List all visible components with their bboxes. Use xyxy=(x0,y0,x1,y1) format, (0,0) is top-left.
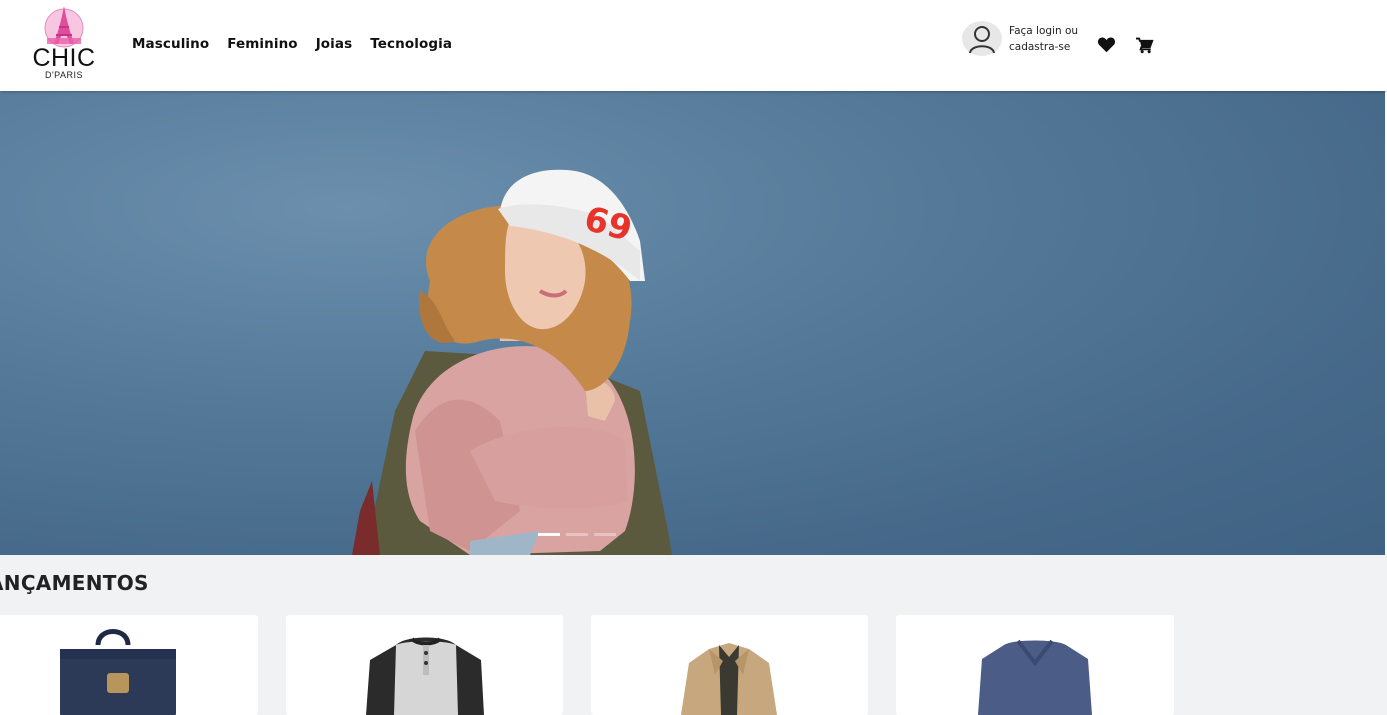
login-signup-link[interactable]: Faça login ou cadastra-se xyxy=(962,21,1078,56)
logo-title: CHIC xyxy=(32,44,96,72)
site-header: CHIC D'PARIS Masculino Feminino Joias Te… xyxy=(0,0,1387,91)
carousel-dot-2[interactable] xyxy=(566,533,588,536)
user-icon xyxy=(962,21,1002,56)
product-card-1[interactable] xyxy=(0,615,258,715)
main-nav: Masculino Feminino Joias Tecnologia xyxy=(132,36,452,52)
product-card-4[interactable] xyxy=(896,615,1174,715)
jacket-icon xyxy=(681,643,777,715)
model-photo: 69 xyxy=(352,169,672,555)
sweater-icon xyxy=(978,639,1092,715)
eiffel-logo-icon xyxy=(44,6,84,48)
henley-shirt-icon xyxy=(366,637,484,715)
cart-icon[interactable] xyxy=(1135,37,1154,58)
product-card-2[interactable] xyxy=(286,615,563,715)
nav-item-joias[interactable]: Joias xyxy=(316,36,353,52)
carousel-dot-3[interactable] xyxy=(594,533,616,536)
product-card-3[interactable] xyxy=(591,615,868,715)
nav-item-feminino[interactable]: Feminino xyxy=(227,36,297,52)
backpack-icon xyxy=(60,629,176,715)
section-title: ANÇAMENTOS xyxy=(0,571,149,595)
logo[interactable]: CHIC D'PARIS xyxy=(24,4,104,86)
hero-banner[interactable]: 69 xyxy=(0,91,1387,555)
carousel-indicators xyxy=(538,533,616,536)
nav-item-tecnologia[interactable]: Tecnologia xyxy=(370,36,452,52)
carousel-dot-1[interactable] xyxy=(538,533,560,536)
heart-icon[interactable] xyxy=(1097,36,1116,57)
signup-text: cadastra-se xyxy=(1009,40,1071,53)
nav-item-masculino[interactable]: Masculino xyxy=(132,36,209,52)
login-text: Faça login ou xyxy=(1009,24,1079,37)
